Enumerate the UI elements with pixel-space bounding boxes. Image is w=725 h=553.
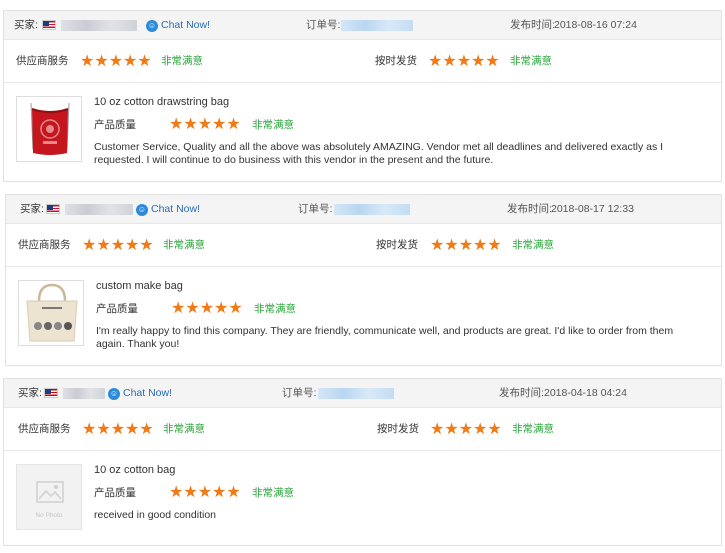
buyer-name-masked [61, 20, 137, 31]
rating-row: 供应商服务 ★★★★★ 非常满意 按时发货 ★★★★★ 非常满意 [4, 40, 721, 83]
review-text: received in good condition [94, 509, 217, 521]
buyer-label: 买家: [20, 203, 44, 215]
product-name-link[interactable]: custom make bag [96, 280, 183, 292]
product-quality-label: 产品质量 [96, 303, 138, 315]
buyer-label: 买家: [14, 19, 38, 31]
no-photo-label: No Photo [35, 512, 63, 519]
product-thumbnail[interactable]: No Photo [16, 464, 82, 530]
chat-icon: ☺ [146, 19, 158, 32]
product-quality-stars: ★★★★★ [171, 300, 243, 317]
order-number-label: 订单号: [282, 387, 317, 399]
chat-icon: ☺ [136, 203, 148, 216]
publish-time-label: 发布时间: [507, 203, 552, 215]
chat-now-link[interactable]: ☺ Chat Now! [136, 195, 200, 224]
review-header: 买家: ☺ Chat Now! 订单号: 发布时间: 2018-08-17 12… [6, 195, 721, 224]
product-quality-label: 产品质量 [94, 487, 136, 499]
supplier-service-stars: ★★★★★ [80, 53, 152, 70]
rating-row: 供应商服务 ★★★★★ 非常满意 按时发货 ★★★★★ 非常满意 [6, 224, 721, 267]
on-time-delivery-label: 按时发货 [376, 239, 418, 251]
review-card: 买家: ☺ Chat Now! 订单号: 发布时间: 2018-08-16 07… [3, 10, 722, 182]
supplier-service-stars: ★★★★★ [82, 421, 154, 438]
product-quality-rating-text: 非常满意 [252, 487, 294, 499]
review-header: 买家: ☺ Chat Now! 订单号: 发布时间: 2018-08-16 07… [4, 11, 721, 40]
product-quality-row: 产品质量 ★★★★★ 非常满意 [94, 483, 294, 503]
supplier-service-label: 供应商服务 [18, 423, 71, 435]
product-name-link[interactable]: 10 oz cotton drawstring bag [94, 96, 229, 108]
supplier-service-stars: ★★★★★ [82, 237, 154, 254]
chat-now-label: Chat Now! [161, 19, 211, 31]
review-card: 买家: ☺ Chat Now! 订单号: 发布时间: 2018-04-18 04… [3, 378, 722, 546]
product-thumbnail[interactable] [16, 96, 82, 162]
review-card: 买家: ☺ Chat Now! 订单号: 发布时间: 2018-08-17 12… [5, 194, 722, 366]
chat-icon: ☺ [108, 387, 120, 400]
product-quality-stars: ★★★★★ [169, 484, 241, 501]
product-quality-row: 产品质量 ★★★★★ 非常满意 [96, 299, 296, 319]
order-number-masked [318, 388, 394, 399]
product-quality-label: 产品质量 [94, 119, 136, 131]
on-time-delivery-label: 按时发货 [377, 423, 419, 435]
supplier-service-rating-text: 非常满意 [161, 55, 203, 67]
on-time-delivery-rating-text: 非常满意 [512, 423, 554, 435]
buyer-label: 买家: [18, 387, 42, 399]
review-header: 买家: ☺ Chat Now! 订单号: 发布时间: 2018-04-18 04… [4, 379, 721, 408]
chat-now-label: Chat Now! [151, 203, 201, 215]
product-quality-rating-text: 非常满意 [254, 303, 296, 315]
order-number-masked [334, 204, 410, 215]
order-number-label: 订单号: [306, 19, 341, 31]
supplier-service-rating-text: 非常满意 [163, 239, 205, 251]
no-photo-placeholder-icon [17, 465, 81, 529]
chat-now-label: Chat Now! [123, 387, 173, 399]
us-flag-icon [46, 204, 60, 214]
review-text: Customer Service, Quality and all the ab… [94, 141, 664, 166]
supplier-service-rating-text: 非常满意 [163, 423, 205, 435]
order-number-label: 订单号: [298, 203, 333, 215]
publish-time: 2018-08-16 07:24 [554, 19, 637, 31]
publish-time: 2018-08-17 12:33 [551, 203, 634, 215]
canvas-tote-bag-icon [19, 281, 83, 345]
on-time-delivery-stars: ★★★★★ [428, 53, 500, 70]
product-quality-rating-text: 非常满意 [252, 119, 294, 131]
on-time-delivery-stars: ★★★★★ [430, 421, 502, 438]
on-time-delivery-stars: ★★★★★ [430, 237, 502, 254]
review-text: I'm really happy to find this company. T… [96, 325, 674, 350]
us-flag-icon [42, 20, 56, 30]
rating-row: 供应商服务 ★★★★★ 非常满意 按时发货 ★★★★★ 非常满意 [4, 408, 721, 451]
supplier-service-label: 供应商服务 [16, 55, 69, 67]
my-flag-icon [44, 388, 58, 398]
publish-time-label: 发布时间: [510, 19, 555, 31]
product-name-link[interactable]: 10 oz cotton bag [94, 464, 175, 476]
buyer-name-masked [65, 204, 133, 215]
chat-now-link[interactable]: ☺ Chat Now! [146, 11, 210, 40]
buyer-name-masked [63, 388, 105, 399]
on-time-delivery-rating-text: 非常满意 [510, 55, 552, 67]
on-time-delivery-rating-text: 非常满意 [512, 239, 554, 251]
publish-time-label: 发布时间: [499, 387, 544, 399]
product-quality-row: 产品质量 ★★★★★ 非常满意 [94, 115, 294, 135]
publish-time: 2018-04-18 04:24 [544, 387, 627, 399]
supplier-service-label: 供应商服务 [18, 239, 71, 251]
order-number-masked [341, 20, 413, 31]
red-drawstring-bag-icon [17, 97, 81, 161]
chat-now-link[interactable]: ☺ Chat Now! [108, 379, 172, 408]
product-thumbnail[interactable] [18, 280, 84, 346]
product-quality-stars: ★★★★★ [169, 116, 241, 133]
on-time-delivery-label: 按时发货 [375, 55, 417, 67]
